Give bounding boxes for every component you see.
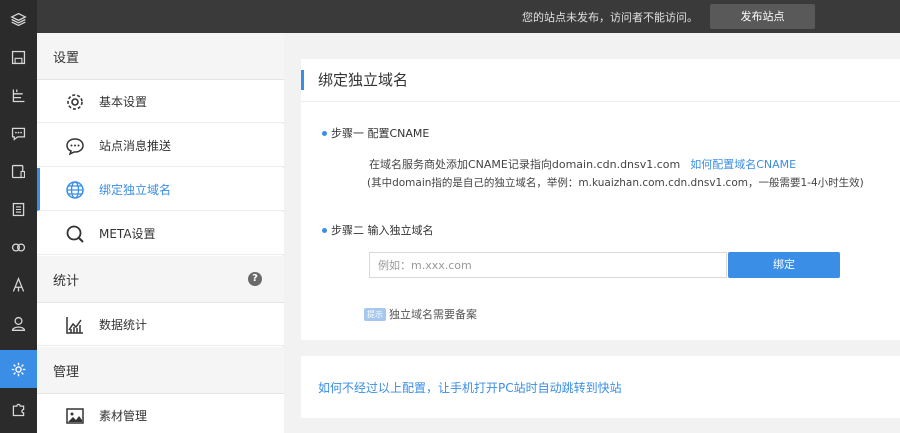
device-icon	[11, 164, 26, 178]
plugin-icon	[11, 242, 26, 252]
menu-item-label: 基本设置	[99, 95, 148, 109]
layers-icon	[10, 12, 27, 26]
structure-icon	[12, 89, 25, 102]
auto-redirect-link[interactable]: 如何不经过以上配置，让手机打开PC站时自动跳转到快站	[318, 379, 622, 396]
bind-button[interactable]: 绑定	[728, 252, 840, 278]
redirect-panel: 如何不经过以上配置，让手机打开PC站时自动跳转到快站	[301, 356, 900, 418]
menu-item-basic-settings[interactable]: 基本设置	[37, 80, 284, 123]
rocket-icon	[12, 276, 25, 292]
settings-icon	[11, 362, 26, 376]
document-icon	[12, 202, 25, 216]
rail-layers[interactable]	[0, 0, 37, 38]
section-title: 设置	[53, 51, 80, 66]
rail-structure[interactable]	[0, 76, 37, 114]
menu-item-meta-settings[interactable]: META设置	[37, 212, 284, 255]
rail-user[interactable]	[0, 304, 37, 342]
rail-rocket[interactable]	[0, 266, 37, 304]
chart-icon	[66, 317, 83, 334]
menu-item-label: 数据统计	[99, 318, 148, 332]
unpublished-message: 您的站点未发布，访问者不能访问。	[522, 11, 698, 24]
step-one-heading: 步骤一 配置CNAME	[322, 125, 429, 141]
record-notice-text: 独立域名需要备案	[389, 308, 477, 321]
menu-item-label: 素材管理	[99, 409, 148, 423]
publish-site-button[interactable]: 发布站点	[710, 4, 815, 29]
globe-icon	[66, 181, 84, 199]
bind-domain-panel: 绑定独立域名 步骤一 配置CNAME 在域名服务商处添加CNAME记录指向dom…	[301, 59, 900, 340]
puzzle-icon	[12, 403, 25, 416]
step-two-label: 步骤二 输入独立域名	[331, 224, 434, 237]
menu-item-data-statistics[interactable]: 数据统计	[37, 303, 284, 346]
cname-instruction: 在域名服务商处添加CNAME记录指向domain.cdn.dnsv1.com 如何…	[369, 156, 796, 172]
chat-icon	[66, 138, 84, 156]
cname-help-link[interactable]: 如何配置域名CNAME	[690, 158, 796, 171]
rail-puzzle[interactable]	[0, 390, 37, 428]
save-icon	[11, 50, 26, 64]
menu-section-management: 管理	[37, 347, 284, 394]
rail-device[interactable]	[0, 152, 37, 190]
section-title: 管理	[53, 365, 80, 380]
top-bar: 您的站点未发布，访问者不能访问。 发布站点	[37, 0, 900, 33]
rail-settings[interactable]	[0, 350, 37, 388]
cname-example: (其中domain指的是自己的独立域名，举例：m.kuaizhan.com.cd…	[367, 177, 864, 189]
gear-icon	[67, 94, 83, 110]
tip-badge: 提示	[364, 307, 386, 321]
image-icon	[66, 408, 84, 424]
menu-item-bind-domain[interactable]: 绑定独立域名	[37, 168, 284, 211]
panel-header: 绑定独立域名	[301, 59, 900, 102]
rail-save[interactable]	[0, 38, 37, 76]
search-icon	[66, 225, 84, 243]
rail-comment[interactable]	[0, 114, 37, 152]
comment-icon	[11, 127, 26, 141]
menu-section-settings: 设置	[37, 33, 284, 80]
user-icon	[11, 316, 26, 331]
menu-item-asset-management[interactable]: 素材管理	[37, 394, 284, 433]
menu-section-statistics: 统计 ?	[37, 256, 284, 303]
menu-item-label: 绑定独立域名	[99, 183, 172, 197]
help-icon[interactable]: ?	[248, 272, 262, 286]
step-bullet	[322, 130, 327, 136]
step-bullet	[322, 227, 327, 233]
menu-item-push-messages[interactable]: 站点消息推送	[37, 124, 284, 167]
rail-document[interactable]	[0, 190, 37, 228]
settings-menu: 设置 基本设置 站点消息推送 绑定独立域名 META设置 统计 ? 数据统计 管…	[37, 33, 284, 433]
cname-text: 在域名服务商处添加CNAME记录指向domain.cdn.dnsv1.com	[369, 158, 681, 171]
menu-item-label: 站点消息推送	[99, 139, 172, 153]
step-two-heading: 步骤二 输入独立域名	[322, 222, 434, 238]
icon-rail	[0, 0, 37, 433]
page-title: 绑定独立域名	[318, 71, 409, 89]
section-title: 统计	[53, 274, 80, 289]
record-notice: 提示 独立域名需要备案	[364, 306, 477, 322]
domain-input[interactable]	[369, 252, 727, 278]
rail-plugin[interactable]	[0, 228, 37, 266]
menu-item-label: META设置	[99, 227, 156, 241]
title-accent-bar	[301, 70, 304, 90]
step-one-label: 步骤一 配置CNAME	[331, 127, 430, 140]
